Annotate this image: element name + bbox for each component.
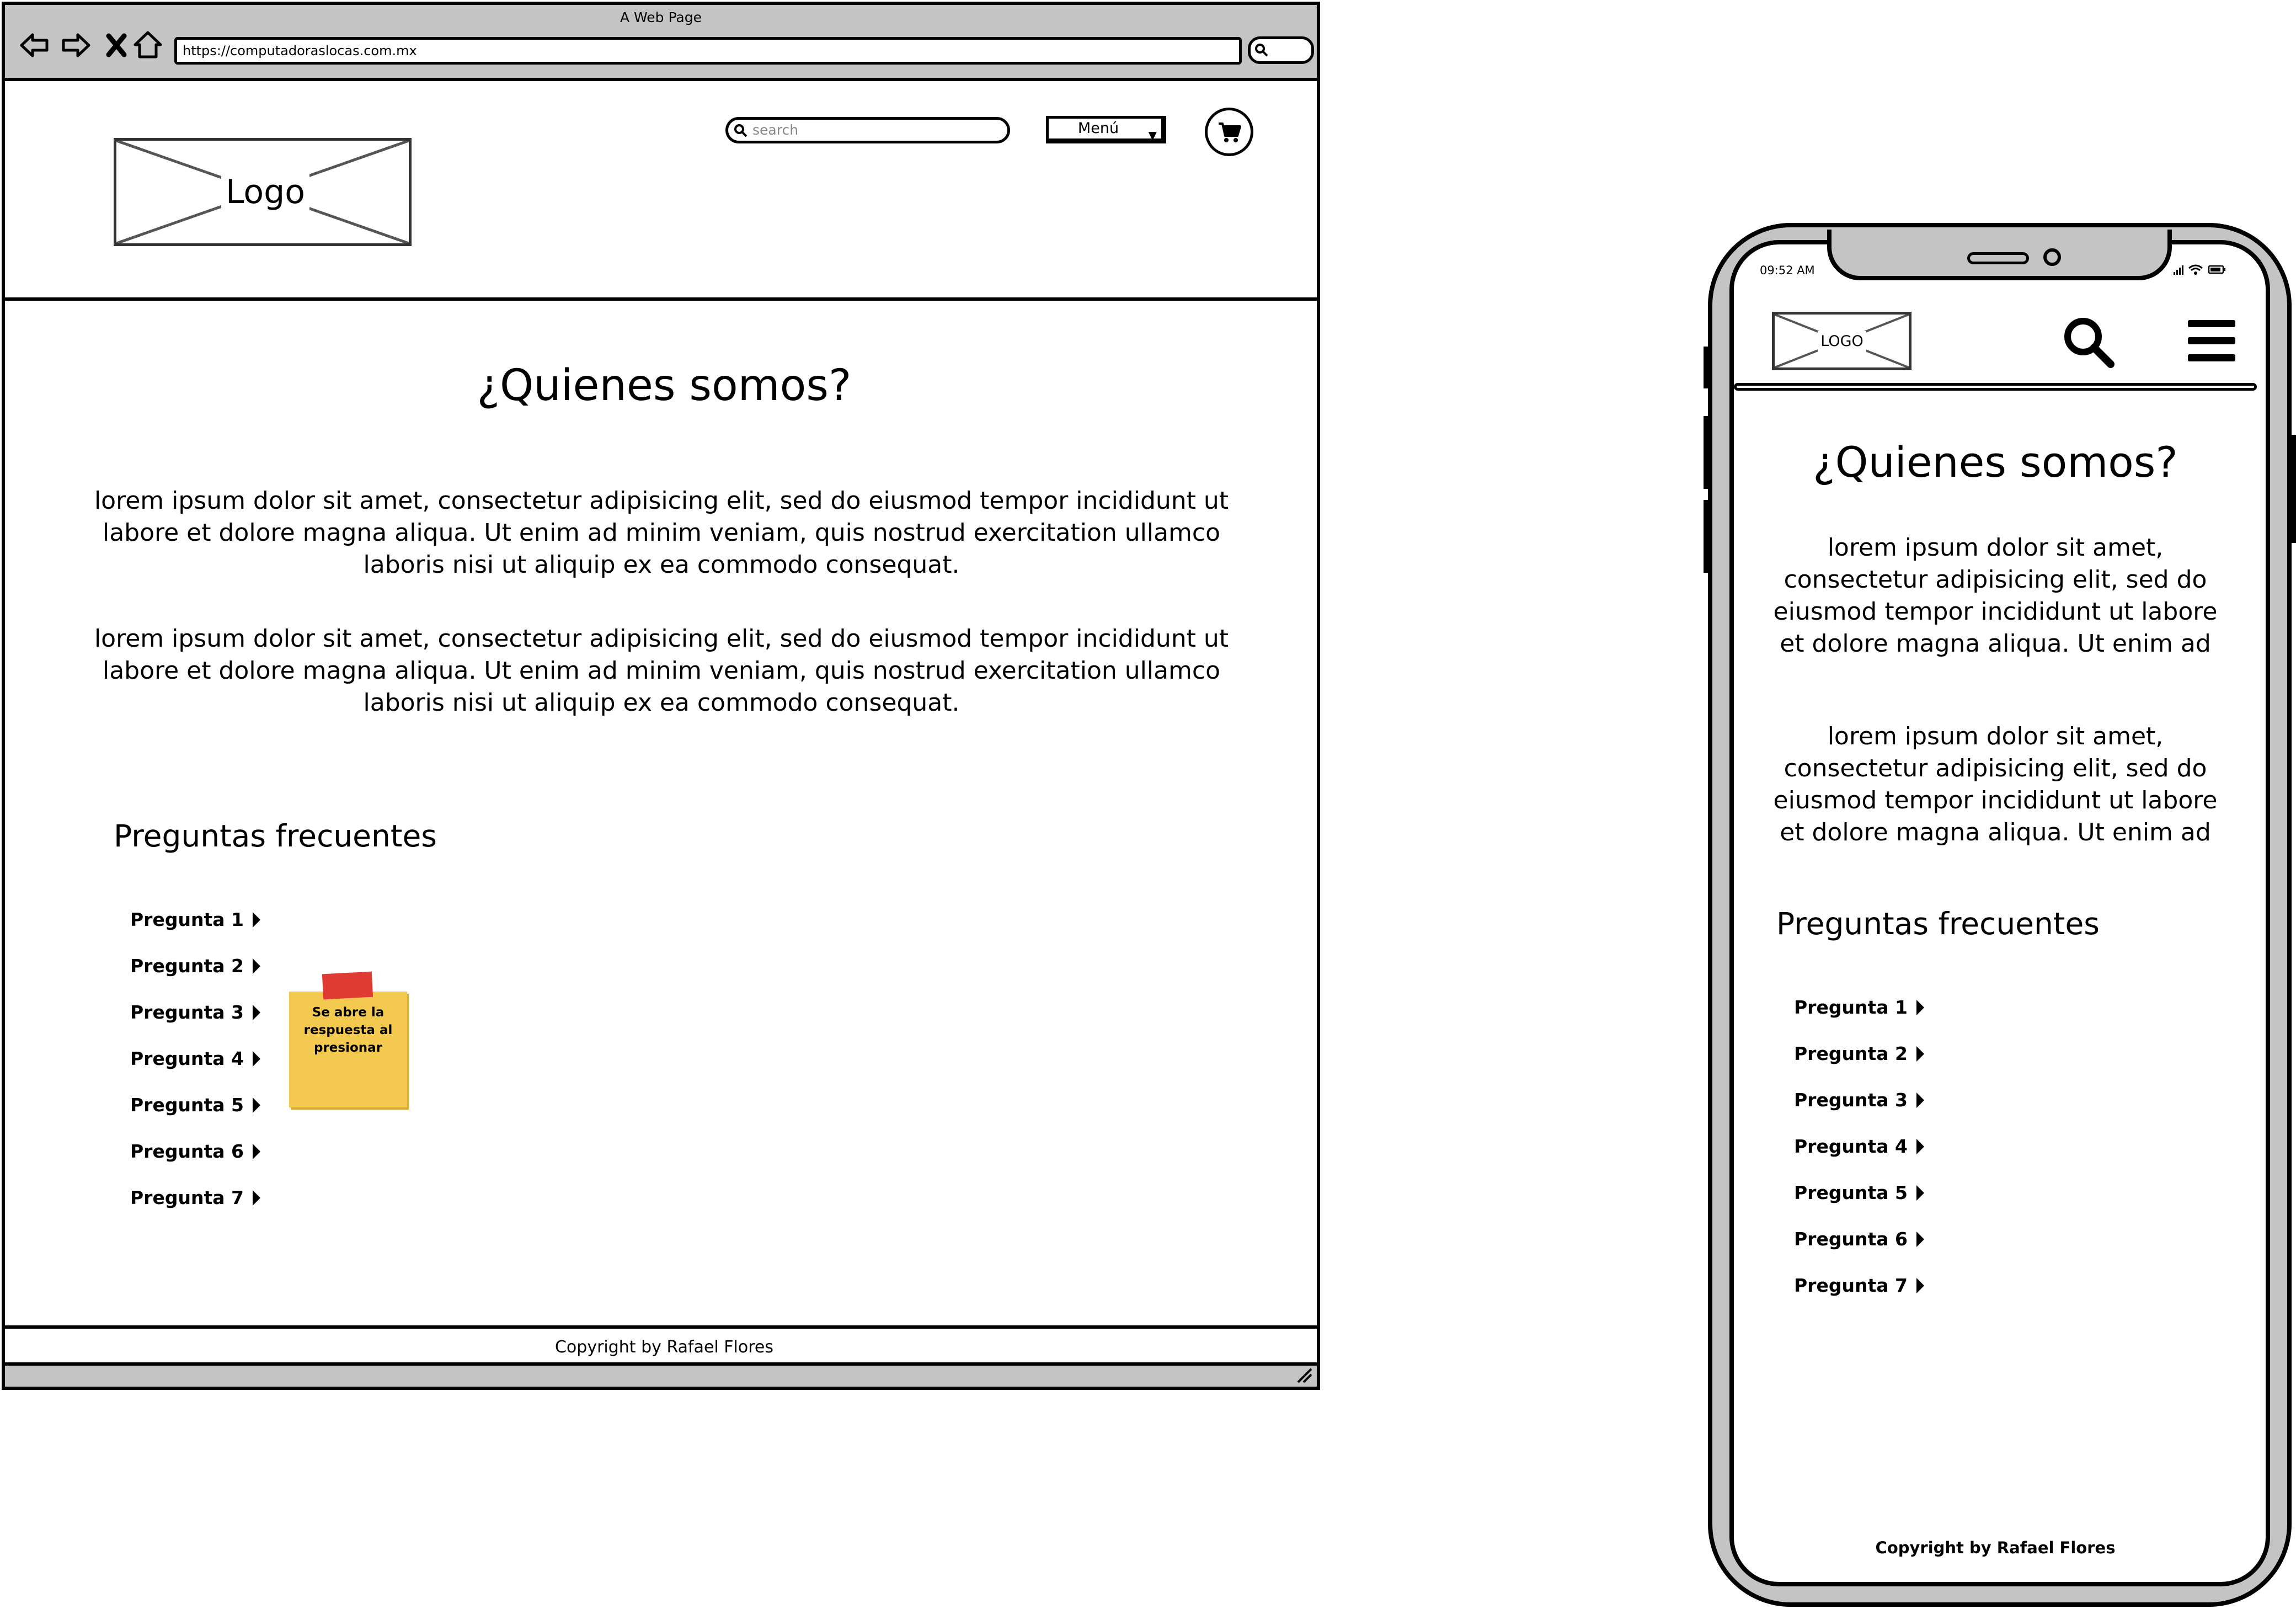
home-icon[interactable] xyxy=(131,28,165,62)
menu-dropdown[interactable]: Menú ▼ xyxy=(1046,116,1166,143)
mobile-paragraph-1: lorem ipsum dolor sit amet, consectetur … xyxy=(1773,534,2218,658)
close-icon[interactable] xyxy=(100,28,134,62)
faq-item-3[interactable]: Pregunta 3 xyxy=(130,1001,260,1048)
paragraph-1: lorem ipsum dolor sit amet, consectetur … xyxy=(94,487,1229,579)
mobile-faq-list: Pregunta 1 Pregunta 2 Pregunta 3 Pregunt… xyxy=(1794,997,1924,1321)
mobile-footer-copyright: Copyright by Rafael Flores xyxy=(1875,1538,2116,1557)
mobile-faq-item-6[interactable]: Pregunta 6 xyxy=(1794,1228,1924,1275)
logo-placeholder: Logo xyxy=(114,138,412,246)
faq-item-label: Pregunta 5 xyxy=(1794,1182,1908,1203)
phone-camera xyxy=(2043,248,2061,266)
faq-list: Pregunta 1 Pregunta 2 Pregunta 3 Pregunt… xyxy=(130,909,260,1233)
faq-item-5[interactable]: Pregunta 5 xyxy=(130,1094,260,1141)
header-divider xyxy=(5,297,1317,301)
page-title: ¿Quienes somos? xyxy=(477,361,852,411)
sticky-note-text: Se abre la respuesta al presionar xyxy=(303,1005,393,1055)
mobile-faq-item-4[interactable]: Pregunta 4 xyxy=(1794,1136,1924,1182)
paragraph-2: lorem ipsum dolor sit amet, consectetur … xyxy=(94,625,1229,717)
faq-item-label: Pregunta 7 xyxy=(130,1187,244,1208)
mobile-logo-placeholder: LOGO xyxy=(1772,312,1911,370)
browser-search-button[interactable] xyxy=(1248,36,1314,64)
window-title: A Web Page xyxy=(620,9,702,25)
sticky-tape xyxy=(322,971,373,1000)
faq-item-label: Pregunta 4 xyxy=(130,1048,244,1069)
faq-item-7[interactable]: Pregunta 7 xyxy=(130,1187,260,1233)
faq-item-label: Pregunta 2 xyxy=(1794,1043,1908,1064)
logo-text: Logo xyxy=(221,171,309,213)
caret-right-icon xyxy=(252,1097,260,1113)
hamburger-icon[interactable] xyxy=(2188,320,2235,362)
faq-item-2[interactable]: Pregunta 2 xyxy=(130,955,260,1001)
faq-item-4[interactable]: Pregunta 4 xyxy=(130,1048,260,1094)
search-placeholder: search xyxy=(752,122,799,138)
faq-item-6[interactable]: Pregunta 6 xyxy=(130,1141,260,1187)
search-input[interactable]: search xyxy=(725,117,1010,143)
caret-right-icon xyxy=(1916,1139,1924,1154)
mobile-faq-item-1[interactable]: Pregunta 1 xyxy=(1794,997,1924,1043)
url-bar[interactable]: https://computadoraslocas.com.mx xyxy=(174,37,1242,65)
browser-statusbar xyxy=(5,1362,1317,1387)
status-icons xyxy=(2174,264,2225,275)
arrow-right-icon[interactable] xyxy=(59,28,93,62)
caret-right-icon xyxy=(1916,1093,1924,1108)
sticky-note: Se abre la respuesta al presionar xyxy=(289,992,407,1107)
desktop-browser-window: A Web Page https://computadoraslocas.com… xyxy=(2,2,1320,1390)
caret-right-icon xyxy=(1916,1278,1924,1293)
faq-item-label: Pregunta 4 xyxy=(1794,1136,1908,1157)
faq-item-label: Pregunta 7 xyxy=(1794,1275,1908,1296)
caret-right-icon xyxy=(1916,1232,1924,1247)
search-icon xyxy=(734,124,747,137)
caret-right-icon xyxy=(252,1144,260,1159)
mobile-logo-text: LOGO xyxy=(1818,331,1866,352)
faq-item-label: Pregunta 1 xyxy=(130,909,244,930)
faq-title: Preguntas frecuentes xyxy=(114,818,437,854)
caret-right-icon xyxy=(1916,1000,1924,1015)
mobile-paragraph-2: lorem ipsum dolor sit amet, consectetur … xyxy=(1773,722,2218,846)
caret-right-icon xyxy=(1916,1046,1924,1062)
caret-right-icon xyxy=(252,1005,260,1020)
mobile-faq-item-2[interactable]: Pregunta 2 xyxy=(1794,1043,1924,1089)
phone-volume-up-button xyxy=(1704,416,1710,489)
search-icon[interactable] xyxy=(2062,316,2115,369)
cart-button[interactable] xyxy=(1205,108,1253,156)
faq-item-label: Pregunta 3 xyxy=(130,1001,244,1023)
arrow-left-icon[interactable] xyxy=(17,28,51,62)
cart-icon xyxy=(1219,122,1241,142)
chevron-down-icon: ▼ xyxy=(1148,129,1157,142)
phone-speaker xyxy=(1967,252,2029,264)
faq-item-label: Pregunta 1 xyxy=(1794,997,1908,1018)
faq-item-label: Pregunta 6 xyxy=(1794,1228,1908,1250)
caret-right-icon xyxy=(252,1051,260,1067)
phone-power-button xyxy=(2289,435,2296,543)
wifi-icon xyxy=(2188,264,2203,275)
browser-titlebar: A Web Page https://computadoraslocas.com… xyxy=(5,5,1317,81)
battery-icon xyxy=(2208,265,2225,274)
caret-right-icon xyxy=(252,1190,260,1206)
footer-divider xyxy=(5,1325,1317,1329)
mobile-faq-item-3[interactable]: Pregunta 3 xyxy=(1794,1089,1924,1136)
status-time: 09:52 AM xyxy=(1760,264,1815,277)
mobile-faq-title: Preguntas frecuentes xyxy=(1776,906,2100,941)
menu-label: Menú xyxy=(1077,120,1119,137)
caret-right-icon xyxy=(252,958,260,974)
signal-icon xyxy=(2174,265,2183,275)
faq-item-1[interactable]: Pregunta 1 xyxy=(130,909,260,955)
caret-right-icon xyxy=(252,912,260,928)
faq-item-label: Pregunta 3 xyxy=(1794,1089,1908,1111)
mobile-page-title: ¿Quienes somos? xyxy=(1813,438,2178,487)
phone-side-button xyxy=(1704,347,1710,388)
footer-copyright: Copyright by Rafael Flores xyxy=(554,1338,773,1357)
search-icon xyxy=(1255,44,1268,57)
faq-item-label: Pregunta 2 xyxy=(130,955,244,977)
mobile-faq-item-7[interactable]: Pregunta 7 xyxy=(1794,1275,1924,1321)
caret-right-icon xyxy=(1916,1185,1924,1201)
faq-item-label: Pregunta 5 xyxy=(130,1094,244,1116)
resize-grip-icon[interactable] xyxy=(1295,1366,1315,1386)
mobile-header-divider xyxy=(1734,383,2257,391)
faq-item-label: Pregunta 6 xyxy=(130,1141,244,1162)
mobile-faq-item-5[interactable]: Pregunta 5 xyxy=(1794,1182,1924,1228)
phone-volume-down-button xyxy=(1704,500,1710,573)
